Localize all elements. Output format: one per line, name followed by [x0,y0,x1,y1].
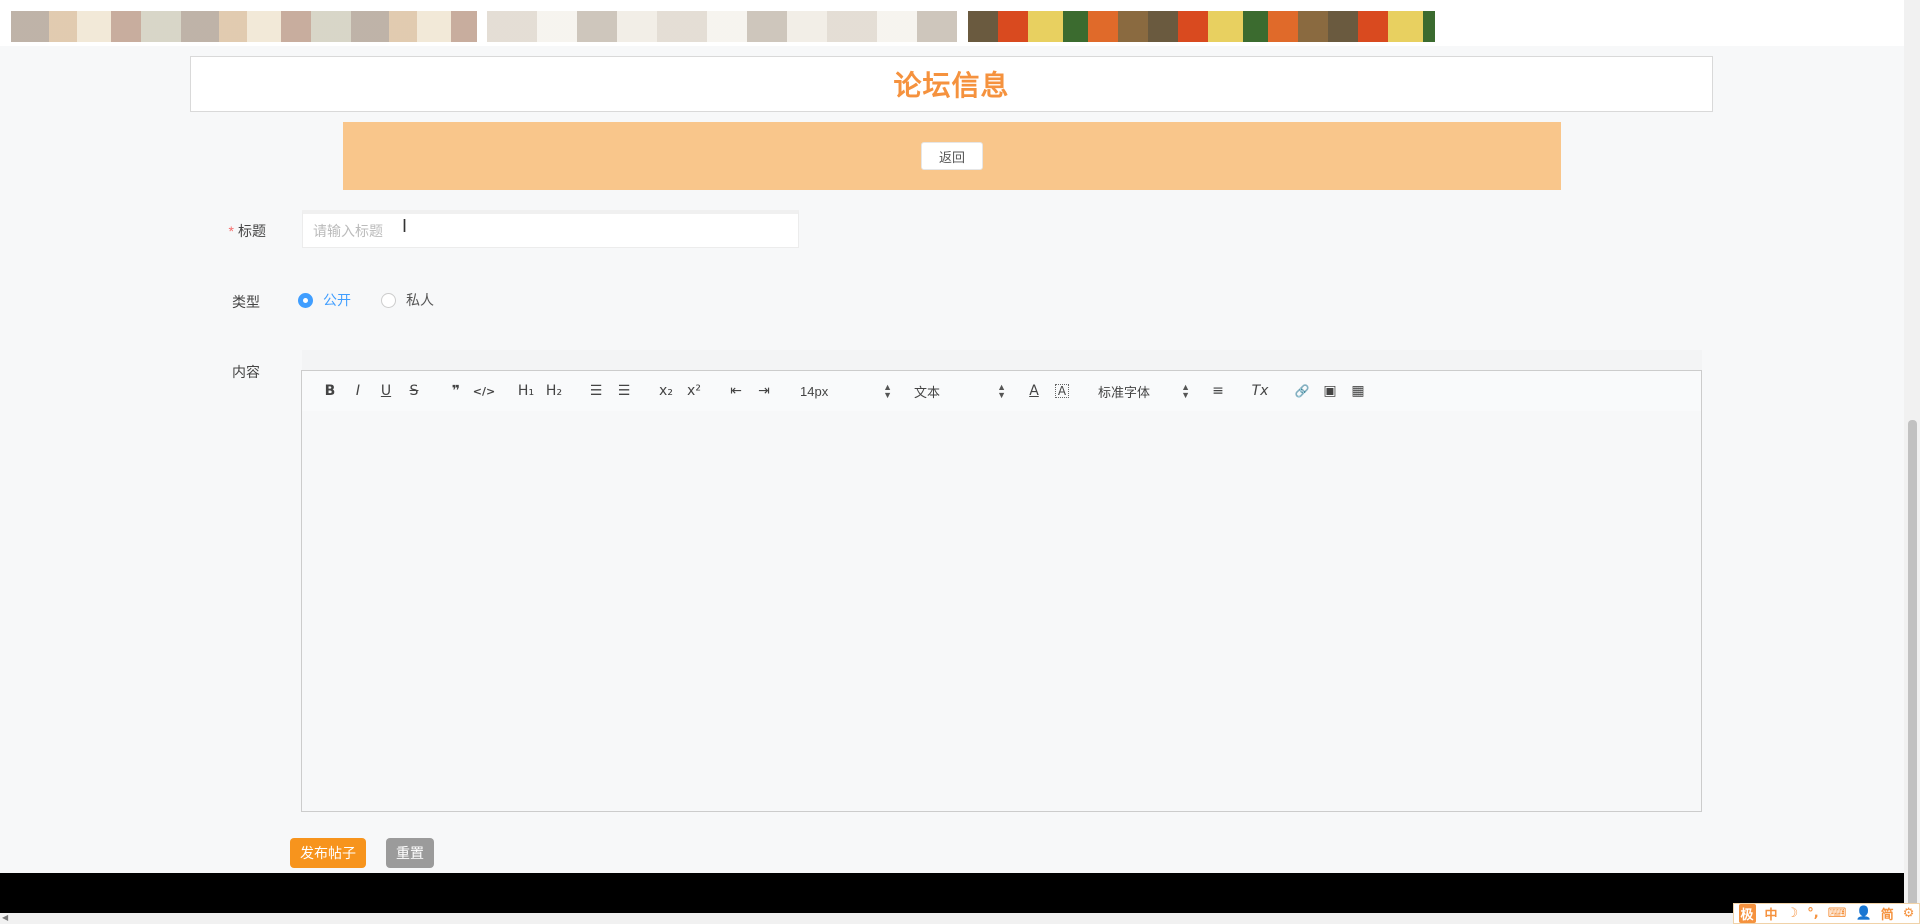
superscript-button[interactable]: x² [680,379,708,403]
radio-private-label: 私人 [406,292,434,308]
page-title: 论坛信息 [893,70,1010,101]
ime-user-icon[interactable]: 👤 [1855,906,1871,921]
radio-private-dot[interactable] [381,292,396,308]
ime-settings-icon[interactable]: ⚙ [1903,906,1915,921]
select-arrows-icon: ▲ ▼ [1181,382,1190,400]
font-select[interactable]: 标准字体 ▲ ▼ [1090,379,1190,403]
font-select-value: 标准字体 [1098,384,1151,400]
ime-moon-icon[interactable]: ☽ [1787,906,1799,921]
publish-button[interactable]: 发布帖子 [290,838,366,868]
code-block-button[interactable]: </> [470,379,498,403]
vertical-scrollbar[interactable] [1904,0,1920,913]
ordered-list-button[interactable]: ☰ [582,379,610,403]
strike-button[interactable]: S [400,379,428,403]
size-select-value: 14px [800,383,829,399]
select-arrows-icon: ▲ ▼ [997,382,1006,400]
editor-content-area[interactable] [301,411,1702,812]
radio-public-label: 公开 [323,292,351,308]
link-button[interactable]: 🔗 [1288,379,1316,403]
ime-logo-icon[interactable]: 极 [1738,904,1756,923]
radio-private[interactable]: 私人 [381,290,434,310]
title-box: 论坛信息 [190,56,1713,112]
blockquote-button[interactable]: ❞ [442,379,470,403]
type-label: 类型 [232,294,260,310]
image-button[interactable]: ▣ [1316,379,1344,403]
indent-button[interactable]: ⇥ [750,379,778,403]
bullet-list-button[interactable]: ☰ [610,379,638,403]
banner-image-1 [11,11,477,42]
background-color-button[interactable]: A [1055,384,1069,398]
underline-button[interactable]: U [372,379,400,403]
editor-toolbar: B I U S ❞ </> H₁ H₂ ☰ ☰ x₂ x² ⇤ ⇥ 14px ▲… [301,370,1702,412]
subscript-button[interactable]: x₂ [652,379,680,403]
outdent-button[interactable]: ⇤ [722,379,750,403]
reset-button[interactable]: 重置 [386,838,434,868]
banner [0,0,1904,46]
ime-tray: 极 中 ☽ °, ⌨ 👤 简 ⚙ [1733,903,1920,924]
back-button[interactable]: 返回 [920,142,983,170]
bold-button[interactable]: B [316,379,344,403]
content-label: 内容 [232,364,260,380]
ime-keyboard-icon[interactable]: ⌨ [1828,906,1847,921]
ime-chinese-mode-icon[interactable]: 中 [1765,904,1778,923]
banner-image-3 [968,11,1435,42]
italic-button[interactable]: I [344,379,372,403]
type-radio-group: 公开 私人 [298,290,464,310]
align-button[interactable]: ≡ [1204,379,1232,403]
video-button[interactable]: ▦ [1344,379,1372,403]
text-cursor-icon: I [402,216,408,236]
required-mark: * [228,223,234,239]
page: 论坛信息 返回 *标题 I 类型 公开 私人 内容 B I U S ❞ </> … [0,0,1920,924]
vertical-scrollbar-thumb[interactable] [1908,420,1917,910]
radio-public[interactable]: 公开 [298,290,351,310]
title-label: * 标题 [228,223,266,239]
header-2-button[interactable]: H₂ [540,379,568,403]
editor-top-strip [302,350,1702,370]
radio-public-dot[interactable] [298,292,313,308]
size-select[interactable]: 14px ▲ ▼ [792,379,892,403]
font-color-button[interactable]: A [1020,379,1048,403]
ime-simplified-icon[interactable]: 简 [1881,904,1894,923]
title-input[interactable] [303,214,798,247]
select-arrows-icon: ▲ ▼ [883,382,892,400]
horizontal-scrollbar[interactable]: ◀ [0,913,1920,924]
header-select-value: 文本 [914,384,941,400]
ime-punctuation-icon[interactable]: °, [1807,906,1818,921]
title-input-wrapper [302,210,799,248]
header-1-button[interactable]: H₁ [512,379,540,403]
scroll-left-arrow-icon[interactable]: ◀ [2,913,8,922]
header-select[interactable]: 文本 ▲ ▼ [906,379,1006,403]
clean-format-button[interactable]: Tx [1246,379,1274,403]
action-bar: 返回 [343,122,1561,190]
footer [0,873,1904,913]
banner-image-2 [487,11,957,42]
